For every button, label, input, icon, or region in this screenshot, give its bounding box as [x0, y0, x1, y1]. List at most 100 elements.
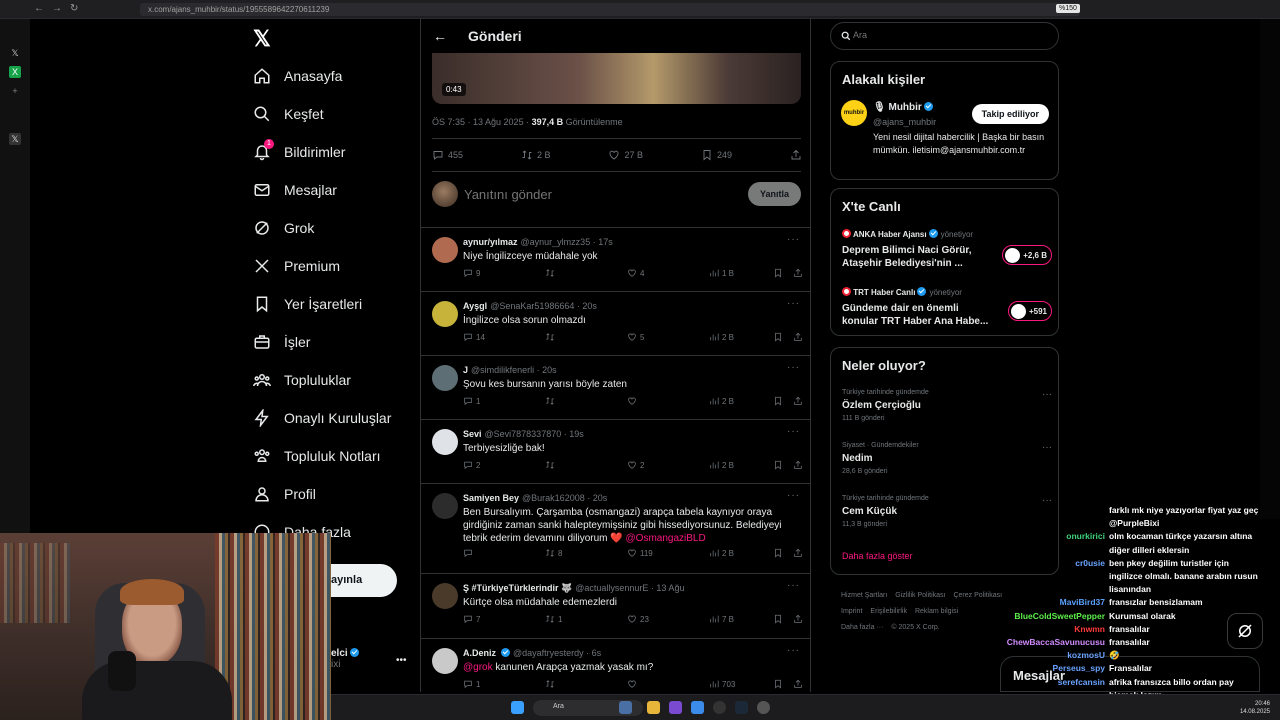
steam-icon[interactable] — [735, 701, 748, 714]
reply-button[interactable] — [463, 548, 545, 558]
show-more-link[interactable]: Daha fazla göster — [842, 551, 913, 561]
discord-icon[interactable] — [669, 701, 682, 714]
live-listener-badge[interactable]: +2,6 B — [1002, 245, 1052, 265]
windows-start-icon[interactable] — [511, 701, 524, 714]
obs-icon[interactable] — [713, 701, 726, 714]
account-switcher[interactable]: elci ixi — [331, 648, 359, 670]
more-options-icon[interactable]: ··· — [787, 298, 800, 309]
reply-tweet[interactable]: aynur/yılmaz @aynur_ylmzz35 · 17s ··· Niye … — [421, 227, 810, 291]
active-tab-icon[interactable]: 𝕏 — [9, 133, 21, 145]
back-icon[interactable]: ← — [34, 3, 44, 14]
more-options-icon[interactable]: ··· — [787, 645, 800, 656]
like-button[interactable]: 2 — [627, 460, 709, 470]
more-options-icon[interactable]: ··· — [787, 580, 800, 591]
repost-button[interactable] — [545, 679, 627, 689]
avatar[interactable] — [432, 301, 458, 327]
share-icon[interactable] — [793, 679, 803, 689]
reply-button[interactable]: 2 — [463, 460, 545, 470]
nav-profile[interactable]: Profil — [252, 480, 316, 508]
post-button[interactable]: ayınla — [331, 564, 397, 597]
tweet-author[interactable]: Ş #TürkiyeTürklerindir 🐺 @actuallysennurE… — [463, 583, 684, 594]
tweet-author[interactable]: aynur/yılmaz @aynur_ylmzz35 · 17s — [463, 237, 613, 247]
bookmark-icon[interactable] — [773, 332, 783, 342]
nav-communities[interactable]: Topluluklar — [252, 366, 351, 394]
reply-button[interactable]: 1 — [463, 396, 545, 406]
like-button[interactable]: 5 — [627, 332, 709, 342]
nav-explore[interactable]: Keşfet — [252, 100, 324, 128]
avatar[interactable] — [432, 429, 458, 455]
live-item[interactable]: ANKA Haber Ajansı yönetiyor Deprem Bilimc… — [842, 229, 1052, 279]
repost-button[interactable]: 2 B — [521, 149, 551, 161]
nav-grok[interactable]: Grok — [252, 214, 314, 242]
search-input[interactable] — [853, 30, 1043, 40]
more-options-icon[interactable]: ··· — [787, 234, 800, 245]
reply-tweet[interactable]: Sevi @Sevi7878337870 · 19s ··· Terbiyesizli… — [421, 419, 810, 483]
share-icon[interactable] — [793, 460, 803, 470]
nav-bookmarks[interactable]: Yer İşaretleri — [252, 290, 362, 318]
reply-tweet[interactable]: Ş #TürkiyeTürklerindir 🐺 @actuallysennurE… — [421, 573, 810, 638]
nav-verified-orgs[interactable]: Onaylı Kuruluşlar — [252, 404, 391, 432]
excel-tab-icon[interactable]: X — [9, 66, 21, 78]
reply-tweet[interactable]: A.Deniz @dayaftryesterdy · 6s ··· @grok kan… — [421, 638, 810, 692]
search-box[interactable] — [830, 22, 1059, 50]
bookmark-button[interactable]: 249 — [701, 149, 732, 161]
avatar[interactable] — [432, 365, 458, 391]
like-button[interactable] — [627, 679, 709, 689]
avatar[interactable] — [432, 583, 458, 609]
nav-notifications[interactable]: 1 Bildirimler — [252, 138, 345, 166]
more-options-icon[interactable]: ··· — [1042, 442, 1052, 453]
like-button[interactable]: 4 — [627, 268, 709, 278]
bookmark-icon[interactable] — [773, 614, 783, 624]
address-bar[interactable]: x.com/ajans_muhbir/status/19555896422706… — [140, 3, 1080, 16]
trend-item[interactable]: Türkiye tarihinde gündemde Özlem Çerçioğl… — [842, 389, 1052, 422]
repost-button[interactable] — [545, 396, 627, 406]
following-button[interactable]: Takip ediliyor — [971, 104, 1049, 124]
reply-button[interactable]: 1 — [463, 679, 545, 689]
more-options-icon[interactable]: ••• — [396, 655, 407, 666]
bookmark-icon[interactable] — [773, 679, 783, 689]
more-options-icon[interactable]: ··· — [787, 490, 800, 501]
zoom-badge[interactable]: %150 — [1056, 4, 1080, 13]
x-tab-icon[interactable]: 𝕏 — [9, 47, 21, 59]
repost-button[interactable] — [545, 460, 627, 470]
bookmark-icon[interactable] — [773, 548, 783, 558]
like-button[interactable] — [627, 396, 709, 406]
repost-button[interactable] — [545, 332, 627, 342]
tweet-author[interactable]: J @simdilikfenerli · 20s — [463, 365, 557, 375]
clock[interactable]: 20:46 14.08.2025 — [1240, 700, 1270, 716]
account-name-row[interactable]: 🎙 Muhbir — [873, 102, 933, 113]
bookmark-icon[interactable] — [773, 396, 783, 406]
tweet-author[interactable]: A.Deniz @dayaftryesterdy · 6s — [463, 648, 601, 658]
reload-icon[interactable]: ↻ — [70, 3, 78, 14]
like-button[interactable]: 23 — [627, 614, 709, 624]
tweet-author[interactable]: Ayşgl @SenaKar51986664 · 20s — [463, 301, 597, 311]
video-player[interactable]: 0:43 — [432, 53, 801, 104]
more-options-icon[interactable]: ··· — [787, 426, 800, 437]
repost-button[interactable]: 1 — [545, 614, 627, 624]
avatar[interactable] — [432, 648, 458, 674]
share-button[interactable] — [790, 149, 802, 161]
tweet-author[interactable]: Samiyen Bey @Burak162008 · 20s — [463, 493, 607, 503]
repost-button[interactable] — [545, 268, 627, 278]
like-button[interactable]: 119 — [627, 548, 709, 558]
avatar[interactable] — [432, 493, 458, 519]
add-tab-icon[interactable]: + — [9, 85, 21, 97]
share-icon[interactable] — [793, 548, 803, 558]
more-options-icon[interactable]: ··· — [787, 362, 800, 373]
share-icon[interactable] — [793, 396, 803, 406]
mention-link[interactable]: @grok — [463, 662, 493, 673]
nav-jobs[interactable]: İşler — [252, 328, 310, 356]
reply-button[interactable]: 7 — [463, 614, 545, 624]
nav-messages[interactable]: Mesajlar — [252, 176, 337, 204]
tweet-author[interactable]: Sevi @Sevi7878337870 · 19s — [463, 429, 584, 439]
x-logo-icon[interactable]: 𝕏 — [253, 26, 271, 52]
reply-tweet[interactable]: J @simdilikfenerli · 20s ··· Şovu kes bursa… — [421, 355, 810, 419]
share-icon[interactable] — [793, 332, 803, 342]
avatar[interactable] — [432, 237, 458, 263]
browser-icon[interactable] — [691, 701, 704, 714]
trend-item[interactable]: Siyaset · Gündemdekiler Nedim 28,6 B gönde… — [842, 442, 1052, 475]
reply-tweet[interactable]: Samiyen Bey @Burak162008 · 20s ··· Ben Burs… — [421, 483, 810, 573]
reply-button[interactable]: 14 — [463, 332, 545, 342]
repost-button[interactable]: 8 — [545, 548, 627, 558]
reply-button[interactable]: 9 — [463, 268, 545, 278]
